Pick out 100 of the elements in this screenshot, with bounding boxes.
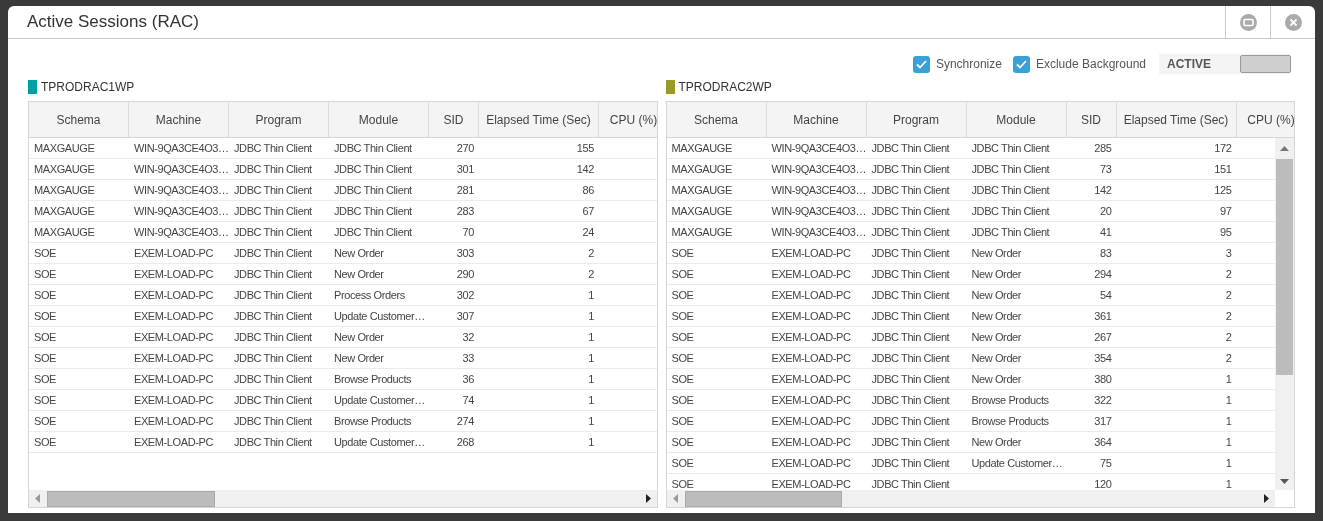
table-cell-text: 322 [1094,392,1112,408]
table-cell-text: 285 [1094,140,1112,156]
table-cell-text: EXEM-LOAD-PC [134,392,213,408]
instance-name: TPRODRAC2WP [678,79,772,96]
column-header[interactable]: Schema [29,102,129,137]
table-cell-text: JDBC Thin Client [971,161,1050,177]
table-cell-text: 2 [588,266,594,282]
table-cell-text: MAXGAUGE [34,140,95,156]
scroll-down-icon [1280,479,1289,484]
table-cell-text: 142 [1094,182,1112,198]
table-cell-text: Update Customer… [971,455,1063,471]
checkbox[interactable] [912,55,930,73]
horizontal-scrollbar[interactable] [29,490,657,507]
column-header[interactable]: SID [429,102,479,137]
scrollbar-thumb[interactable] [1276,159,1293,375]
scroll-right-icon [1264,494,1269,503]
table-cell-text: New Order [971,329,1022,345]
table-cell-text: EXEM-LOAD-PC [134,434,213,450]
table-cell-text: 302 [456,287,474,303]
table-cell-text: SOE [671,266,694,282]
table-cell-text: 361 [1094,308,1112,324]
column-header[interactable]: Module [966,102,1067,137]
column-header[interactable]: Program [866,102,967,137]
table-cell-text: SOE [671,455,694,471]
table-cell-text: EXEM-LOAD-PC [134,245,213,261]
table-cell-text: 142 [576,161,594,177]
close-icon[interactable] [1284,13,1302,31]
table-cell-text: JDBC Thin Client [871,203,950,219]
table-cell-text: SOE [34,371,57,387]
table-cell-text: EXEM-LOAD-PC [134,350,213,366]
window-title: Active Sessions (RAC) [26,11,200,34]
table-cell-text: MAXGAUGE [34,203,95,219]
table-cell-text: MAXGAUGE [34,161,95,177]
horizontal-scrollbar[interactable] [666,490,1275,507]
table-cell-text: JDBC Thin Client [234,203,312,219]
column-header[interactable]: Machine [129,102,229,137]
checkmark-icon [915,59,927,69]
checkbox-label: Exclude Background [1035,56,1146,73]
table-cell-text: 54 [1100,287,1112,303]
table-cell-text: 2 [1225,350,1232,366]
table-cell-text: 1 [1225,392,1232,408]
checkbox[interactable] [1012,55,1030,73]
table-cell-text: EXEM-LOAD-PC [771,287,851,303]
table-cell-text: WIN-9QA3CE4O3… [134,161,229,177]
table-cell-text: JDBC Thin Client [234,413,312,429]
table-cell-text: JDBC Thin Client [334,140,412,156]
table-cell-text: New Order [971,350,1022,366]
table-cell-text: SOE [34,245,57,261]
table-cell-text: 97 [1220,203,1232,219]
table-cell-text: JDBC Thin Client [334,224,412,240]
table-cell-text: 125 [1214,182,1232,198]
table-cell-text: 2 [1225,329,1232,345]
table-cell-text: 1 [1225,434,1232,450]
column-header[interactable]: Program [229,102,329,137]
table-cell-text: Process Orders [334,287,405,303]
table-cell-text: SOE [34,266,57,282]
table-cell-text: 36 [462,371,474,387]
column-header[interactable]: Elapsed Time (Sec) [1116,102,1237,137]
vertical-scrollbar[interactable] [1275,138,1294,490]
table-cell-text: 1 [588,413,594,429]
column-header[interactable]: SID [1066,102,1117,137]
scroll-left-icon [35,494,40,503]
table-cell-text: EXEM-LOAD-PC [771,329,851,345]
table-cell-text: 95 [1220,224,1232,240]
table-cell-text: 1 [588,308,594,324]
table-cell-text: New Order [334,266,384,282]
table-cell-text: Update Customer… [334,308,425,324]
column-header[interactable]: CPU (%) [1236,102,1294,137]
column-header[interactable]: Schema [666,102,767,137]
column-header[interactable]: Elapsed Time (Sec) [479,102,599,137]
column-header[interactable]: Machine [766,102,867,137]
table-cell-text: 2 [1225,308,1232,324]
table-cell-text: Update Customer… [334,434,425,450]
table-cell-text: JDBC Thin Client [971,182,1050,198]
table-cell-text: JDBC Thin Client [871,287,950,303]
scrollbar-thumb[interactable] [684,490,842,507]
minimize-icon[interactable] [1239,13,1257,31]
table-cell-text: 73 [1100,161,1112,177]
table-cell-text: 2 [588,245,594,261]
column-header[interactable]: Module [329,102,429,137]
table-cell-text: MAXGAUGE [671,203,732,219]
switch-handle[interactable] [1240,55,1291,73]
scrollbar-thumb[interactable] [47,490,215,507]
table-cell-text: 75 [1100,455,1112,471]
table-cell-text: 70 [462,224,474,240]
table-cell-text: 290 [456,266,474,282]
table-cell-text: JDBC Thin Client [871,161,950,177]
table-cell-text: EXEM-LOAD-PC [771,371,851,387]
table-cell-text: JDBC Thin Client [234,266,312,282]
table-cell-text: MAXGAUGE [34,182,95,198]
table-cell-text: EXEM-LOAD-PC [771,308,851,324]
mode-switch[interactable]: ACTIVE [1159,54,1291,74]
table-cell-text: WIN-9QA3CE4O3… [134,140,229,156]
table-cell-text: New Order [971,266,1022,282]
table-cell-text: 41 [1100,224,1112,240]
table-cell-text: MAXGAUGE [671,161,732,177]
table-cell-text: JDBC Thin Client [871,266,950,282]
table-cell-text: 307 [456,308,474,324]
table-cell-text: 380 [1094,371,1112,387]
table-cell-text: JDBC Thin Client [234,392,312,408]
